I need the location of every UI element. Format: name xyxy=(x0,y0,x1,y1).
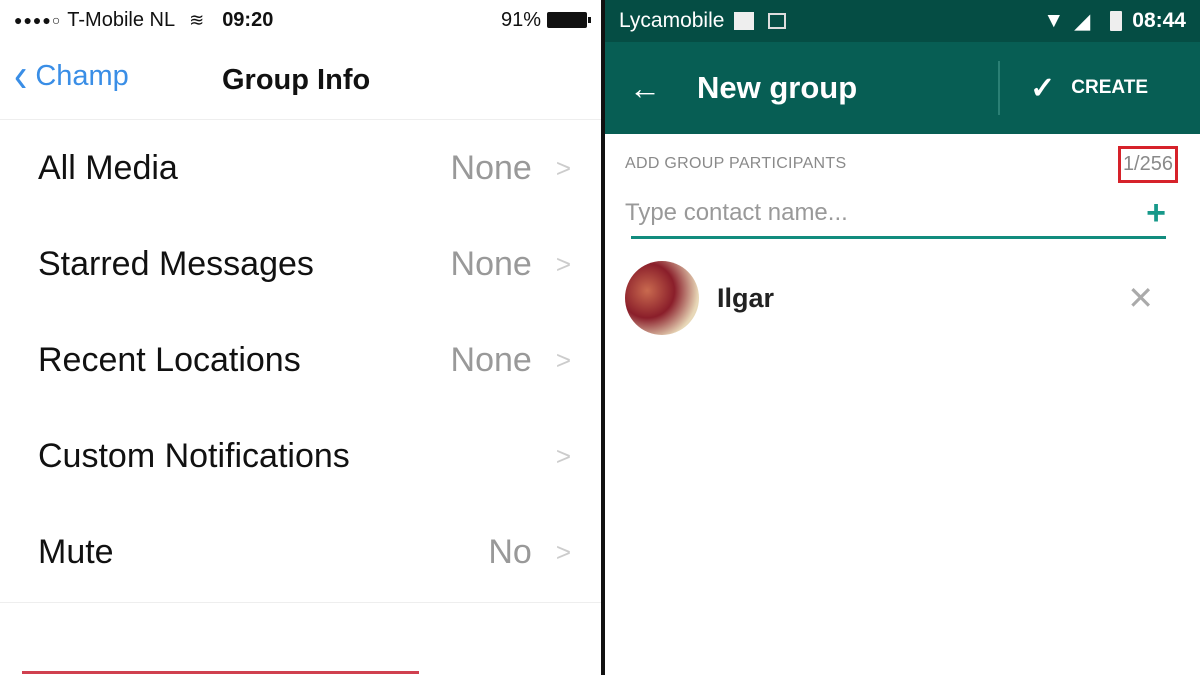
check-icon: ✓ xyxy=(1030,71,1056,105)
android-new-group-screen: Lycamobile ▼ ◢ 08:44 ← New group ✓ CREAT… xyxy=(605,0,1200,675)
ios-group-info-screen: ●●●●○ T-Mobile NL ≋ 09:20 91% ‹ Champ Gr… xyxy=(0,0,601,675)
back-button[interactable]: ‹ Champ xyxy=(14,52,129,100)
toolbar-divider xyxy=(998,61,1001,115)
row-label: Recent Locations xyxy=(38,340,301,379)
participant-item[interactable]: Ilgar ✕ xyxy=(625,253,1180,343)
battery-icon xyxy=(547,12,591,28)
cell-signal-icon: ◢ xyxy=(1074,9,1091,33)
chevron-right-icon: > xyxy=(555,344,571,375)
wifi-icon: ≋ xyxy=(189,9,205,30)
contact-name-input[interactable] xyxy=(625,199,1147,227)
ios-nav-bar: ‹ Champ Group Info xyxy=(0,40,601,120)
row-label: Mute xyxy=(38,532,114,571)
back-arrow-icon[interactable]: ← xyxy=(629,70,681,107)
settings-list: All Media None > Starred Messages None >… xyxy=(0,120,601,603)
row-all-media[interactable]: All Media None > xyxy=(0,120,601,216)
participant-name: Ilgar xyxy=(717,282,775,313)
chevron-right-icon: > xyxy=(555,536,571,567)
image-notification-icon xyxy=(768,13,787,29)
battery-percent: 91% xyxy=(500,8,541,31)
battery-icon xyxy=(1110,11,1123,31)
row-value: None xyxy=(450,148,532,187)
row-label: All Media xyxy=(38,148,178,187)
row-starred-messages[interactable]: Starred Messages None > xyxy=(0,216,601,312)
ios-status-bar: ●●●●○ T-Mobile NL ≋ 09:20 91% xyxy=(0,0,601,40)
avatar xyxy=(625,261,699,335)
sim-icon xyxy=(734,12,755,30)
row-label: Custom Notifications xyxy=(38,436,350,475)
signal-icon: ●●●●○ xyxy=(14,12,62,28)
row-label: Starred Messages xyxy=(38,244,314,283)
chevron-right-icon: > xyxy=(555,440,571,471)
carrier-name: T-Mobile NL xyxy=(67,8,176,31)
chevron-left-icon: ‹ xyxy=(14,49,28,103)
participants-panel: ADD GROUP PARTICIPANTS 1/256 + Ilgar ✕ xyxy=(605,134,1200,343)
android-status-bar: Lycamobile ▼ ◢ 08:44 xyxy=(605,0,1200,42)
row-recent-locations[interactable]: Recent Locations None > xyxy=(0,312,601,408)
page-title: New group xyxy=(697,70,858,105)
section-title: ADD GROUP PARTICIPANTS xyxy=(625,155,847,172)
row-custom-notifications[interactable]: Custom Notifications > xyxy=(0,408,601,504)
back-label: Champ xyxy=(35,59,129,92)
row-value: No xyxy=(488,532,532,571)
page-title: Group Info xyxy=(222,64,371,96)
destructive-action-edge xyxy=(22,671,419,674)
toolbar: ← New group ✓ CREATE xyxy=(605,42,1200,134)
input-underline xyxy=(631,236,1166,239)
carrier-name: Lycamobile xyxy=(619,9,725,32)
row-mute[interactable]: Mute No > xyxy=(0,504,601,600)
status-time: 09:20 xyxy=(222,8,274,31)
participant-count: 1/256 xyxy=(1117,145,1178,183)
contact-search: + xyxy=(625,194,1180,232)
chevron-right-icon: > xyxy=(555,248,571,279)
row-value: None xyxy=(450,340,532,379)
status-time: 08:44 xyxy=(1132,9,1186,32)
add-contact-icon[interactable]: + xyxy=(1146,194,1166,233)
list-divider xyxy=(0,602,601,603)
row-value: None xyxy=(450,244,532,283)
remove-icon[interactable]: ✕ xyxy=(1127,279,1154,317)
create-button[interactable]: ✓ CREATE xyxy=(1030,71,1148,106)
section-header: ADD GROUP PARTICIPANTS 1/256 xyxy=(625,134,1180,194)
wifi-icon: ▼ xyxy=(1043,9,1065,32)
create-label: CREATE xyxy=(1071,77,1148,98)
chevron-right-icon: > xyxy=(555,152,571,183)
